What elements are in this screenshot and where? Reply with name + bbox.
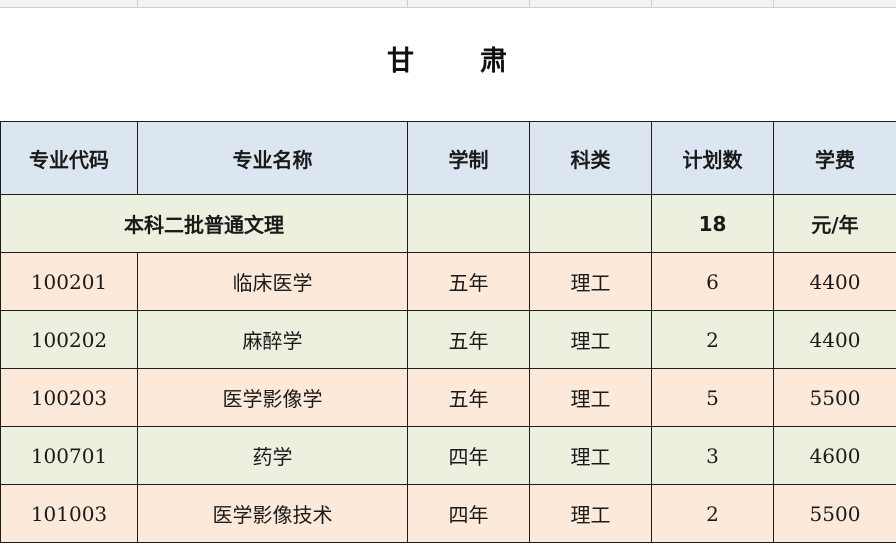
- code-cell[interactable]: 101003: [0, 484, 138, 543]
- table-row: 100203 医学影像学 五年 理工 5 5500: [0, 368, 896, 427]
- header-row: 专业代码 专业名称 学制 科类 计划数 学费: [0, 121, 896, 195]
- column-header-strip[interactable]: [0, 0, 896, 8]
- name-cell[interactable]: 临床医学: [137, 252, 408, 311]
- column-divider[interactable]: [529, 0, 530, 7]
- spreadsheet: 甘肃 专业代码 专业名称 学制 科类 计划数 学费 本科二批普通文理 18 元/…: [0, 0, 896, 543]
- years-cell[interactable]: 五年: [407, 310, 530, 369]
- years-cell[interactable]: 四年: [407, 426, 530, 485]
- category-cell[interactable]: 理工: [529, 368, 652, 427]
- fee-cell[interactable]: 4600: [773, 426, 896, 485]
- column-divider[interactable]: [773, 0, 774, 7]
- code-cell[interactable]: 100201: [0, 252, 138, 311]
- group-empty-cell[interactable]: [407, 194, 530, 253]
- name-cell[interactable]: 药学: [137, 426, 408, 485]
- group-plan-total-cell[interactable]: 18: [651, 194, 774, 253]
- header-cell-name[interactable]: 专业名称: [137, 121, 408, 195]
- group-fee-unit-cell[interactable]: 元/年: [773, 194, 896, 253]
- code-cell[interactable]: 100203: [0, 368, 138, 427]
- header-cell-plan[interactable]: 计划数: [651, 121, 774, 195]
- column-divider[interactable]: [407, 0, 408, 7]
- years-cell[interactable]: 四年: [407, 484, 530, 543]
- category-cell[interactable]: 理工: [529, 426, 652, 485]
- plan-cell[interactable]: 6: [651, 252, 774, 311]
- header-cell-years[interactable]: 学制: [407, 121, 530, 195]
- fee-cell[interactable]: 4400: [773, 310, 896, 369]
- sheet-title: 甘肃: [387, 39, 509, 78]
- group-row: 本科二批普通文理 18 元/年: [0, 194, 896, 253]
- years-cell[interactable]: 五年: [407, 368, 530, 427]
- plan-cell[interactable]: 2: [651, 484, 774, 543]
- header-cell-category[interactable]: 科类: [529, 121, 652, 195]
- name-cell[interactable]: 医学影像技术: [137, 484, 408, 543]
- fee-cell[interactable]: 5500: [773, 484, 896, 543]
- table-row: 101003 医学影像技术 四年 理工 2 5500: [0, 484, 896, 543]
- group-label-cell[interactable]: 本科二批普通文理: [0, 194, 408, 253]
- code-cell[interactable]: 100701: [0, 426, 138, 485]
- header-cell-fee[interactable]: 学费: [773, 121, 896, 195]
- header-cell-code[interactable]: 专业代码: [0, 121, 138, 195]
- fee-cell[interactable]: 5500: [773, 368, 896, 427]
- plan-cell[interactable]: 3: [651, 426, 774, 485]
- title-char-left: 甘: [387, 46, 416, 77]
- category-cell[interactable]: 理工: [529, 252, 652, 311]
- years-cell[interactable]: 五年: [407, 252, 530, 311]
- admission-plan-table: 专业代码 专业名称 学制 科类 计划数 学费 本科二批普通文理 18 元/年 1…: [0, 121, 896, 543]
- table-row: 100202 麻醉学 五年 理工 2 4400: [0, 310, 896, 369]
- category-cell[interactable]: 理工: [529, 484, 652, 543]
- table-row: 100201 临床医学 五年 理工 6 4400: [0, 252, 896, 311]
- fee-cell[interactable]: 4400: [773, 252, 896, 311]
- plan-cell[interactable]: 5: [651, 368, 774, 427]
- category-cell[interactable]: 理工: [529, 310, 652, 369]
- column-divider[interactable]: [137, 0, 138, 7]
- group-empty-cell[interactable]: [529, 194, 652, 253]
- title-cell[interactable]: 甘肃: [0, 8, 896, 121]
- code-cell[interactable]: 100202: [0, 310, 138, 369]
- name-cell[interactable]: 麻醉学: [137, 310, 408, 369]
- column-divider[interactable]: [651, 0, 652, 7]
- title-char-right: 肃: [480, 46, 509, 77]
- name-cell[interactable]: 医学影像学: [137, 368, 408, 427]
- table-row: 100701 药学 四年 理工 3 4600: [0, 426, 896, 485]
- plan-cell[interactable]: 2: [651, 310, 774, 369]
